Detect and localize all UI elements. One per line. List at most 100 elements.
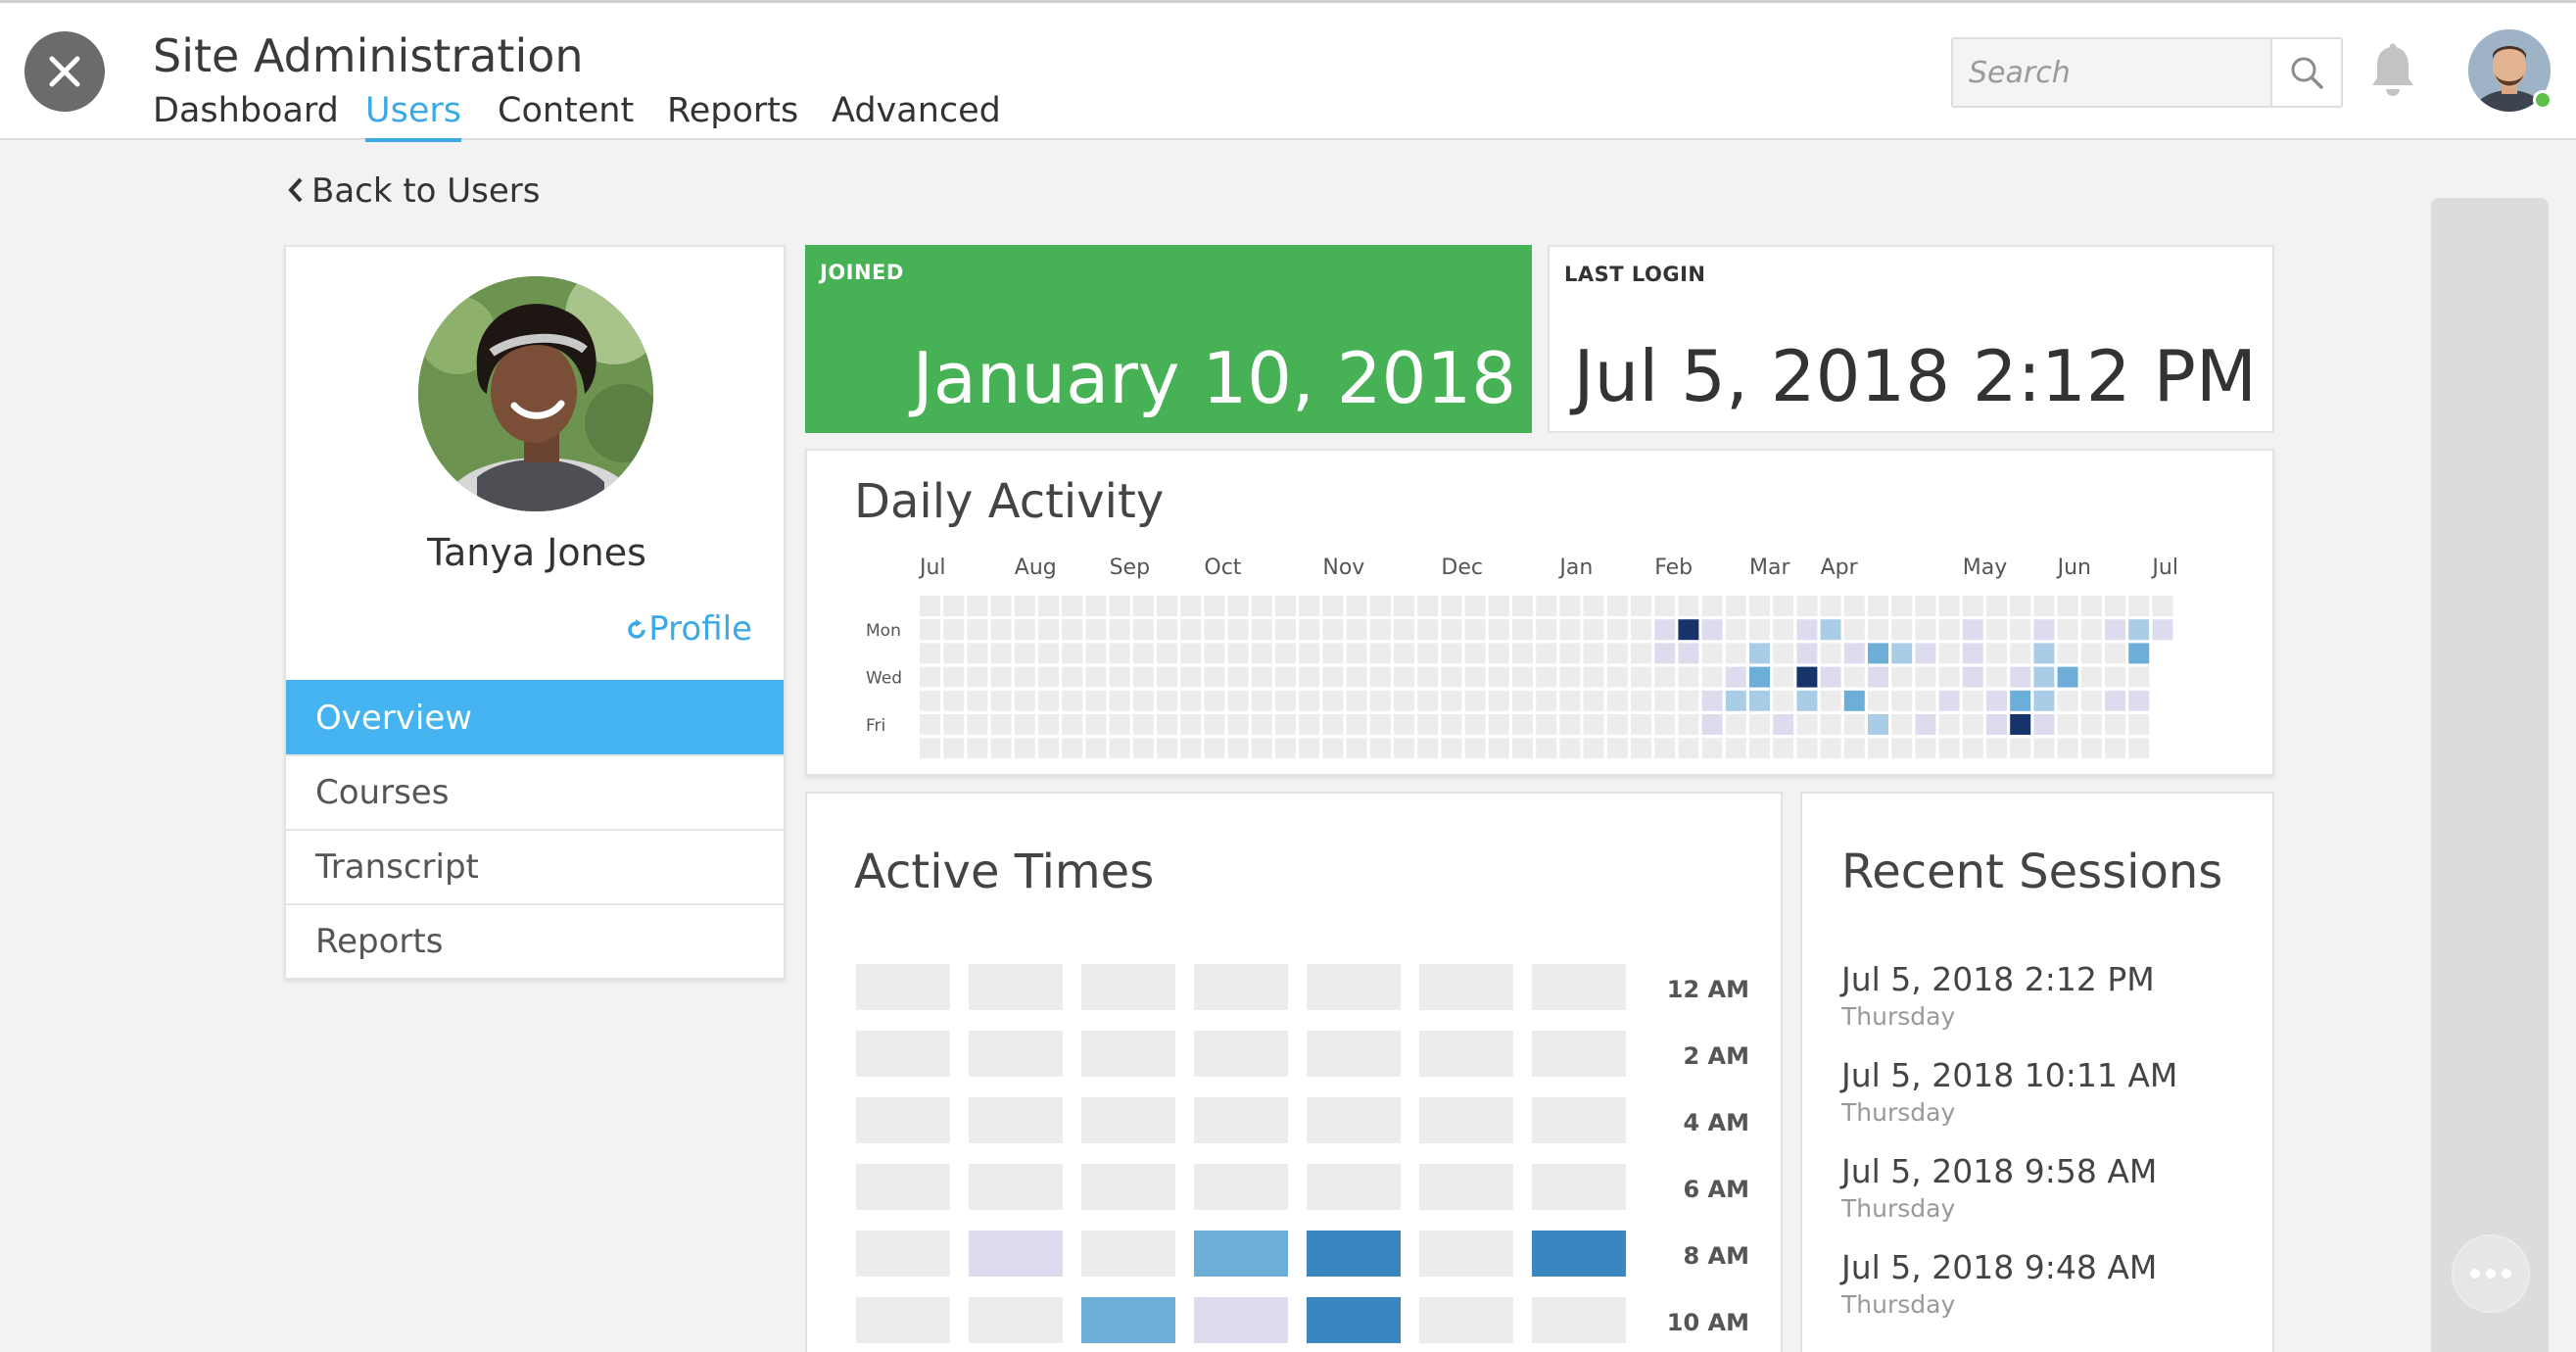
activity-cell[interactable] [2080,738,2102,759]
activity-cell[interactable] [990,666,1012,688]
activity-cell[interactable] [1441,690,1462,711]
activity-cell[interactable] [1488,666,1509,688]
time-slot-cell[interactable] [1419,1231,1513,1277]
activity-cell[interactable] [1062,619,1083,641]
activity-cell[interactable] [1512,738,1533,759]
activity-cell[interactable] [1488,690,1509,711]
activity-cell[interactable] [2152,596,2173,616]
time-slot-cell[interactable] [969,1231,1063,1277]
activity-cell[interactable] [1631,714,1651,735]
activity-cell[interactable] [1062,596,1083,616]
activity-cell[interactable] [920,666,940,688]
activity-cell[interactable] [1204,690,1225,711]
search-button[interactable] [2270,39,2341,106]
session-item[interactable]: Jul 5, 2018 9:58 AM Thursday [1841,1152,2157,1223]
activity-cell[interactable] [1464,596,1486,616]
activity-cell[interactable] [1938,596,1960,616]
time-slot-cell[interactable] [856,1164,950,1210]
activity-cell[interactable] [2033,690,2055,711]
activity-cell[interactable] [1583,596,1604,616]
activity-cell[interactable] [1654,643,1676,664]
activity-cell[interactable] [1536,690,1557,711]
activity-cell[interactable] [2010,666,2031,688]
activity-cell[interactable] [1796,714,1818,735]
activity-cell[interactable] [990,596,1012,616]
activity-cell[interactable] [1346,714,1367,735]
activity-cell[interactable] [1843,714,1865,735]
more-button[interactable] [2452,1234,2530,1313]
activity-cell[interactable] [1559,690,1581,711]
activity-cell[interactable] [1417,738,1439,759]
activity-cell[interactable] [1536,714,1557,735]
activity-cell[interactable] [1559,596,1581,616]
activity-cell[interactable] [1369,690,1391,711]
activity-cell[interactable] [1915,714,1936,735]
time-slot-cell[interactable] [856,1097,950,1143]
activity-cell[interactable] [1275,643,1296,664]
activity-cell[interactable] [1157,619,1177,641]
activity-cell[interactable] [2105,666,2125,688]
activity-cell[interactable] [920,619,940,641]
time-slot-cell[interactable] [1194,1031,1288,1077]
activity-cell[interactable] [1891,666,1913,688]
activity-cell[interactable] [1085,666,1107,688]
avatar[interactable] [2468,29,2552,112]
activity-cell[interactable] [1322,690,1344,711]
activity-cell[interactable] [1583,619,1604,641]
activity-cell[interactable] [1749,596,1770,616]
activity-cell[interactable] [1109,714,1130,735]
activity-cell[interactable] [1631,596,1651,616]
activity-cell[interactable] [1157,714,1177,735]
activity-cell[interactable] [2105,619,2125,641]
activity-cell[interactable] [920,596,940,616]
activity-cell[interactable] [2080,596,2102,616]
activity-cell[interactable] [1559,666,1581,688]
time-slot-cell[interactable] [1532,1031,1626,1077]
activity-cell[interactable] [1512,619,1533,641]
activity-cell[interactable] [1891,619,1913,641]
activity-cell[interactable] [1678,643,1699,664]
activity-cell[interactable] [1251,690,1272,711]
activity-cell[interactable] [1606,643,1628,664]
time-slot-cell[interactable] [1194,1097,1288,1143]
activity-cell[interactable] [1820,596,1841,616]
activity-cell[interactable] [1962,666,1983,688]
activity-cell[interactable] [1464,666,1486,688]
time-slot-cell[interactable] [1307,1097,1401,1143]
activity-cell[interactable] [1275,619,1296,641]
activity-cell[interactable] [1843,690,1865,711]
activity-cell[interactable] [2128,714,2150,735]
activity-cell[interactable] [1701,714,1723,735]
activity-cell[interactable] [1157,690,1177,711]
activity-cell[interactable] [2105,643,2125,664]
activity-cell[interactable] [1227,643,1249,664]
activity-cell[interactable] [2128,619,2150,641]
activity-cell[interactable] [1512,714,1533,735]
time-slot-cell[interactable] [1081,1297,1175,1343]
activity-cell[interactable] [1796,596,1818,616]
activity-cell[interactable] [2152,619,2173,641]
activity-cell[interactable] [1062,738,1083,759]
activity-cell[interactable] [2128,738,2150,759]
activity-cell[interactable] [1204,738,1225,759]
activity-cell[interactable] [1014,666,1035,688]
back-to-users-link[interactable]: Back to Users [286,171,541,211]
activity-cell[interactable] [920,643,940,664]
activity-cell[interactable] [1464,643,1486,664]
activity-cell[interactable] [943,690,965,711]
activity-cell[interactable] [1275,714,1296,735]
activity-cell[interactable] [1583,714,1604,735]
activity-cell[interactable] [1725,619,1746,641]
activity-cell[interactable] [1275,596,1296,616]
activity-cell[interactable] [943,714,965,735]
activity-cell[interactable] [1346,738,1367,759]
time-slot-cell[interactable] [1307,1031,1401,1077]
activity-cell[interactable] [1654,596,1676,616]
activity-cell[interactable] [1654,714,1676,735]
activity-cell[interactable] [1227,666,1249,688]
activity-cell[interactable] [1749,643,1770,664]
activity-cell[interactable] [1773,666,1794,688]
activity-cell[interactable] [1606,666,1628,688]
activity-cell[interactable] [920,690,940,711]
time-slot-cell[interactable] [1194,1297,1288,1343]
